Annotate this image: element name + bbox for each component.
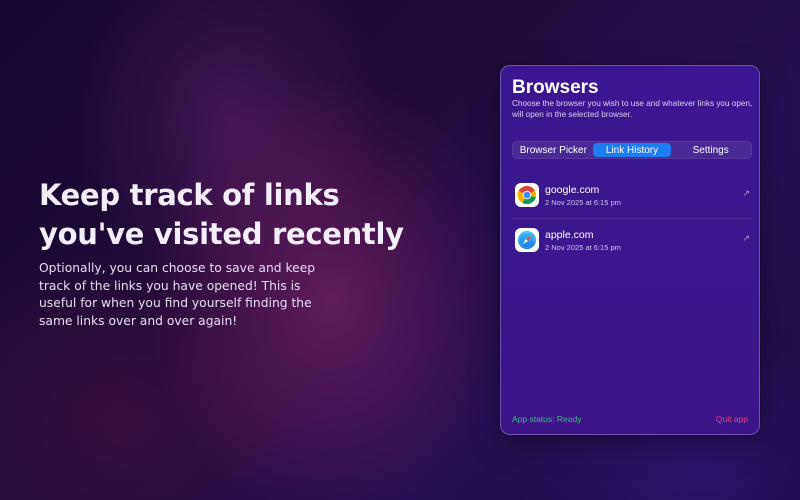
open-link-icon[interactable]: ↗ [742,234,750,244]
app-status: App status: Ready [512,414,582,424]
history-timestamp: 2 Nov 2025 at 6:15 pm [545,243,621,252]
history-site-name: apple.com [545,229,594,241]
panel-description: Choose the browser you wish to use and w… [512,99,753,119]
promo-body: Optionally, you can choose to save and k… [39,261,316,328]
history-timestamp: 2 Nov 2025 at 6:15 pm [545,198,621,207]
tab-link-history[interactable]: Link History [592,143,672,157]
quit-app-button[interactable]: Quit app [716,414,748,424]
promo-headline: Keep track of links you've visited recen… [39,178,404,251]
link-history-list: google.com 2 Nov 2025 at 6:15 pm ↗ apple… [512,174,752,263]
history-item-google[interactable]: google.com 2 Nov 2025 at 6:15 pm ↗ [512,174,752,219]
history-item-apple[interactable]: apple.com 2 Nov 2025 at 6:15 pm ↗ [512,219,752,263]
open-link-icon[interactable]: ↗ [742,189,750,199]
tab-settings[interactable]: Settings [671,143,750,157]
panel-title: Browsers [512,77,599,98]
browsers-panel: Browsers Choose the browser you wish to … [500,65,760,435]
chrome-icon [515,183,539,207]
tab-browser-picker[interactable]: Browser Picker [514,143,593,157]
promo-section: Keep track of links you've visited recen… [39,176,439,330]
history-site-name: google.com [545,184,600,196]
safari-icon [515,228,539,252]
tab-bar: Browser Picker Link History Settings [512,141,752,159]
